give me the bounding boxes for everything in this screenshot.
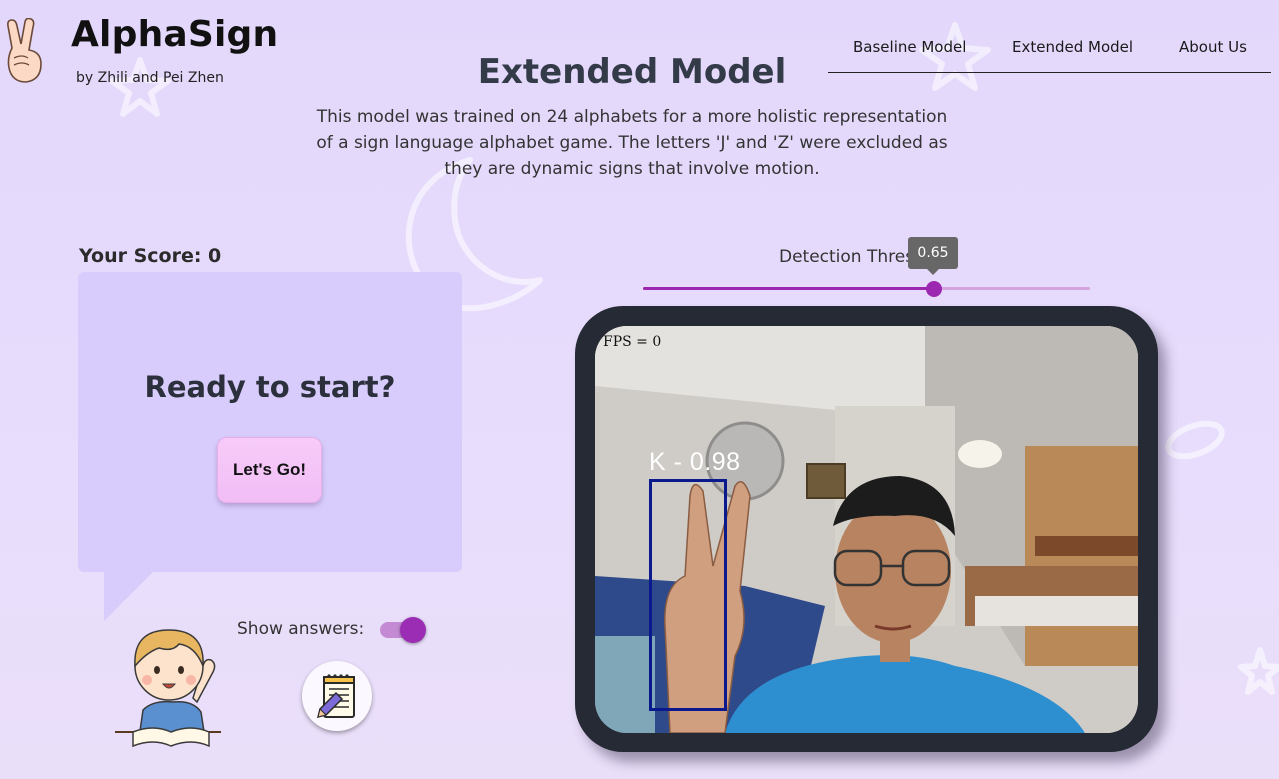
slider-thumb[interactable] bbox=[925, 281, 942, 297]
ready-heading: Ready to start? bbox=[144, 370, 396, 404]
notepad-pencil-icon bbox=[316, 674, 355, 719]
answers-notepad-button[interactable] bbox=[302, 661, 372, 731]
speech-bubble-tail bbox=[104, 571, 154, 621]
kid-illustration-icon bbox=[115, 629, 221, 748]
webcam-feed: FPS = 0 K - 0.98 bbox=[595, 326, 1138, 733]
fps-readout: FPS = 0 bbox=[603, 334, 662, 350]
threshold-value-tooltip: 0.65 bbox=[908, 237, 958, 275]
page-title: Extended Model bbox=[477, 52, 787, 92]
orbit-decoration bbox=[1165, 420, 1225, 460]
detection-threshold-label: Detection Thres bbox=[779, 247, 915, 267]
lets-go-button[interactable]: Let's Go! bbox=[217, 437, 322, 503]
game-card bbox=[78, 272, 462, 572]
detection-threshold-slider[interactable] bbox=[643, 278, 1090, 300]
show-answers-toggle[interactable] bbox=[380, 617, 428, 643]
detection-bounding-box bbox=[649, 479, 727, 711]
star-decoration bbox=[1238, 647, 1279, 695]
score-display: Your Score: 0 bbox=[79, 245, 222, 267]
detection-label: K - 0.98 bbox=[649, 448, 741, 476]
page-description: This model was trained on 24 alphabets f… bbox=[316, 107, 948, 179]
show-answers-label: Show answers: bbox=[237, 619, 365, 639]
toggle-thumb bbox=[400, 617, 426, 643]
app-title: AlphaSign bbox=[71, 14, 279, 55]
slider-fill bbox=[643, 287, 934, 290]
